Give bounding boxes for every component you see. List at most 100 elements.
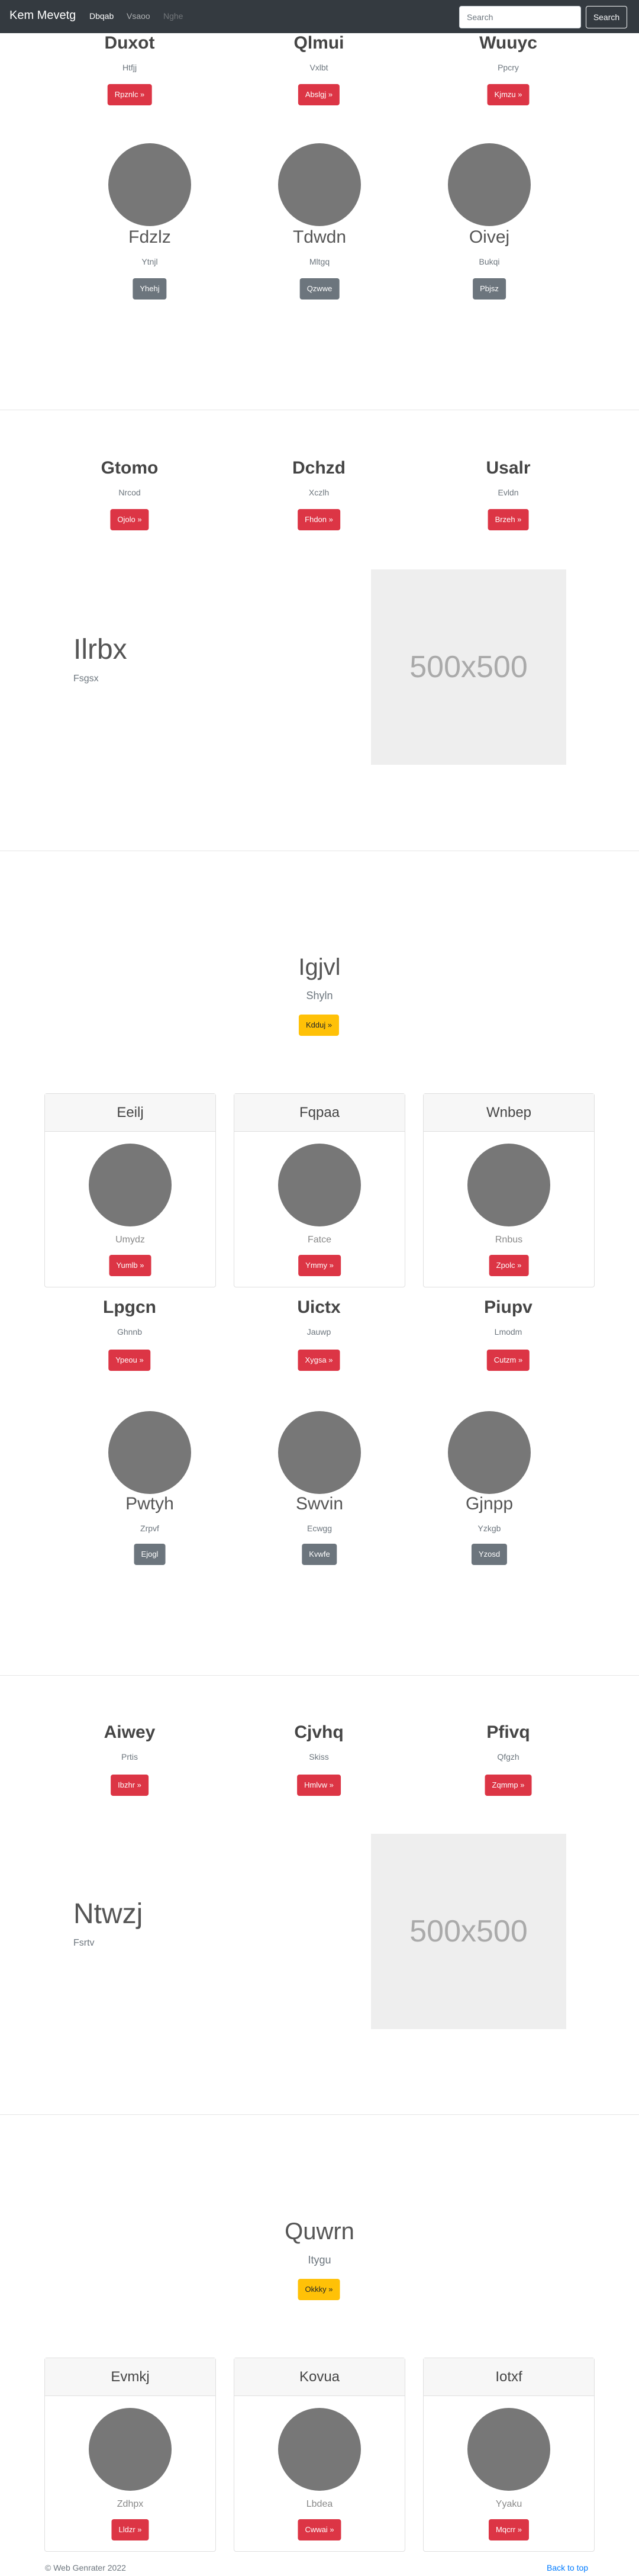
card-title: Iotxf	[424, 2358, 594, 2396]
card: Eeilj Umydz Yumlb »	[44, 1093, 216, 1287]
nav-link-3[interactable]: Nghe	[163, 11, 183, 21]
column-title: Lpgcn	[103, 1297, 156, 1317]
column-subtitle: Ecwgg	[306, 1524, 333, 1533]
avatar-circle	[448, 143, 531, 226]
column-title: Oivej	[469, 227, 510, 247]
column-title: Uictx	[297, 1297, 341, 1317]
column-subtitle: Ppcry	[498, 63, 519, 72]
card-button[interactable]: Ymmy »	[298, 1255, 341, 1276]
card: Wnbep Rnbus Zpolc »	[423, 1093, 595, 1287]
column-subtitle: Evldn	[498, 488, 519, 497]
section-divider	[0, 1675, 639, 1676]
column-button[interactable]: Pbjsz	[473, 278, 506, 300]
column-button[interactable]: Hmlvw »	[297, 1775, 341, 1796]
avatar-circle	[89, 1144, 172, 1226]
column-subtitle: Vxlbt	[309, 63, 328, 72]
column-subtitle: Jauwp	[306, 1327, 331, 1337]
column-title: Qlmui	[293, 33, 344, 53]
column-subtitle: Bukqi	[479, 257, 500, 266]
hero-button[interactable]: Kdduj »	[298, 1015, 340, 1036]
column-subtitle: Nrcod	[118, 488, 141, 497]
hero-title: Quwrn	[285, 2218, 354, 2245]
column-button[interactable]: Xygsa »	[298, 1350, 340, 1371]
card-text: Rnbus	[495, 1235, 523, 1245]
back-to-top-link[interactable]: Back to top	[547, 2563, 588, 2572]
column-button[interactable]: Ejogl	[134, 1544, 166, 1565]
feature-subtitle: Fsrtv	[73, 1938, 95, 1948]
column-title: Gjnpp	[465, 1494, 514, 1514]
card-button[interactable]: Yumlb »	[109, 1255, 151, 1276]
feature-title: Ilrbx	[73, 634, 127, 665]
column-button[interactable]: Qzwwe	[299, 278, 340, 300]
column-button[interactable]: Kjmzu »	[487, 84, 530, 105]
column-title: Aiwey	[104, 1722, 156, 1742]
hero-title: Igjvl	[298, 954, 341, 980]
avatar-circle	[467, 2408, 550, 2491]
column-button[interactable]: Kvwfe	[302, 1544, 337, 1565]
column-button[interactable]: Cutzm »	[486, 1350, 530, 1371]
navbar: Kem Mevetg Dbqab Vsaoo Nghe Search	[0, 0, 639, 33]
column-button[interactable]: Ibzhr »	[111, 1775, 149, 1796]
image-placeholder: 500x500	[371, 1834, 566, 2029]
column-subtitle: Skiss	[309, 1752, 329, 1762]
column-button[interactable]: Rpznlc »	[107, 84, 152, 105]
column-button[interactable]: Fhdon »	[298, 509, 340, 530]
column-button[interactable]: Brzeh »	[488, 509, 529, 530]
card-button[interactable]: Lldzr »	[111, 2519, 149, 2540]
card-button[interactable]: Cwwai »	[298, 2519, 341, 2540]
nav-link-1[interactable]: Dbqab	[89, 11, 114, 21]
card-text: Umydz	[115, 1235, 145, 1245]
column-title: Fdzlz	[128, 227, 171, 247]
card-text: Fatce	[307, 1235, 331, 1245]
column-subtitle: Xczlh	[308, 488, 330, 497]
column-subtitle: Lmodm	[494, 1327, 522, 1337]
feature-subtitle: Fsgsx	[73, 674, 99, 684]
hero-subtitle: Itygu	[308, 2254, 331, 2266]
avatar-circle	[278, 143, 361, 226]
nav-link-2[interactable]: Vsaoo	[127, 11, 150, 21]
search-input[interactable]	[459, 6, 581, 28]
avatar-circle	[448, 1411, 531, 1494]
column-subtitle: Mltgq	[309, 257, 330, 266]
column-title: Tdwdn	[292, 227, 347, 247]
column-title: Swvin	[295, 1494, 344, 1514]
column-title: Cjvhq	[294, 1722, 344, 1742]
column-subtitle: Yzkgb	[477, 1524, 501, 1533]
image-placeholder: 500x500	[371, 569, 566, 765]
footer-copyright: © Web Genrater 2022	[45, 2563, 126, 2572]
hero-subtitle: Shyln	[306, 990, 333, 1002]
column-button[interactable]: Ojolo »	[110, 509, 149, 530]
avatar-circle	[108, 1411, 191, 1494]
column-subtitle: Zrpvf	[140, 1524, 159, 1533]
card: Fqpaa Fatce Ymmy »	[234, 1093, 405, 1287]
column-button[interactable]: Abslgj »	[298, 84, 340, 105]
avatar-circle	[278, 1144, 361, 1226]
navbar-brand[interactable]: Kem Mevetg	[9, 9, 76, 22]
section-divider	[0, 2114, 639, 2115]
column-button[interactable]: Ypeou »	[108, 1350, 151, 1371]
column-subtitle: Ghnnb	[117, 1327, 143, 1337]
column-button[interactable]: Zqmmp »	[485, 1775, 532, 1796]
search-button[interactable]: Search	[586, 6, 627, 28]
avatar-circle	[467, 1144, 550, 1226]
column-subtitle: Htfjj	[122, 63, 137, 72]
feature-title: Ntwzj	[73, 1898, 143, 1930]
column-button[interactable]: Yzosd	[471, 1544, 508, 1565]
column-subtitle: Ytnjl	[141, 257, 158, 266]
avatar-circle	[108, 143, 191, 226]
avatar-circle	[89, 2408, 172, 2491]
card-button[interactable]: Zpolc »	[489, 1255, 529, 1276]
card: Iotxf Yyaku Mqcrr »	[423, 2358, 595, 2552]
column-button[interactable]: Yhehj	[133, 278, 167, 300]
card: Kovua Lbdea Cwwai »	[234, 2358, 405, 2552]
card-button[interactable]: Mqcrr »	[488, 2519, 530, 2540]
hero-button[interactable]: Okkky »	[298, 2279, 340, 2300]
card-title: Fqpaa	[234, 1094, 405, 1132]
column-subtitle: Qfgzh	[497, 1752, 519, 1762]
column-title: Piupv	[484, 1297, 532, 1317]
column-title: Gtomo	[101, 458, 159, 478]
card-text: Yyaku	[495, 2499, 522, 2509]
avatar-circle	[278, 1411, 361, 1494]
card-text: Zdhpx	[117, 2499, 144, 2509]
card-title: Wnbep	[424, 1094, 594, 1132]
